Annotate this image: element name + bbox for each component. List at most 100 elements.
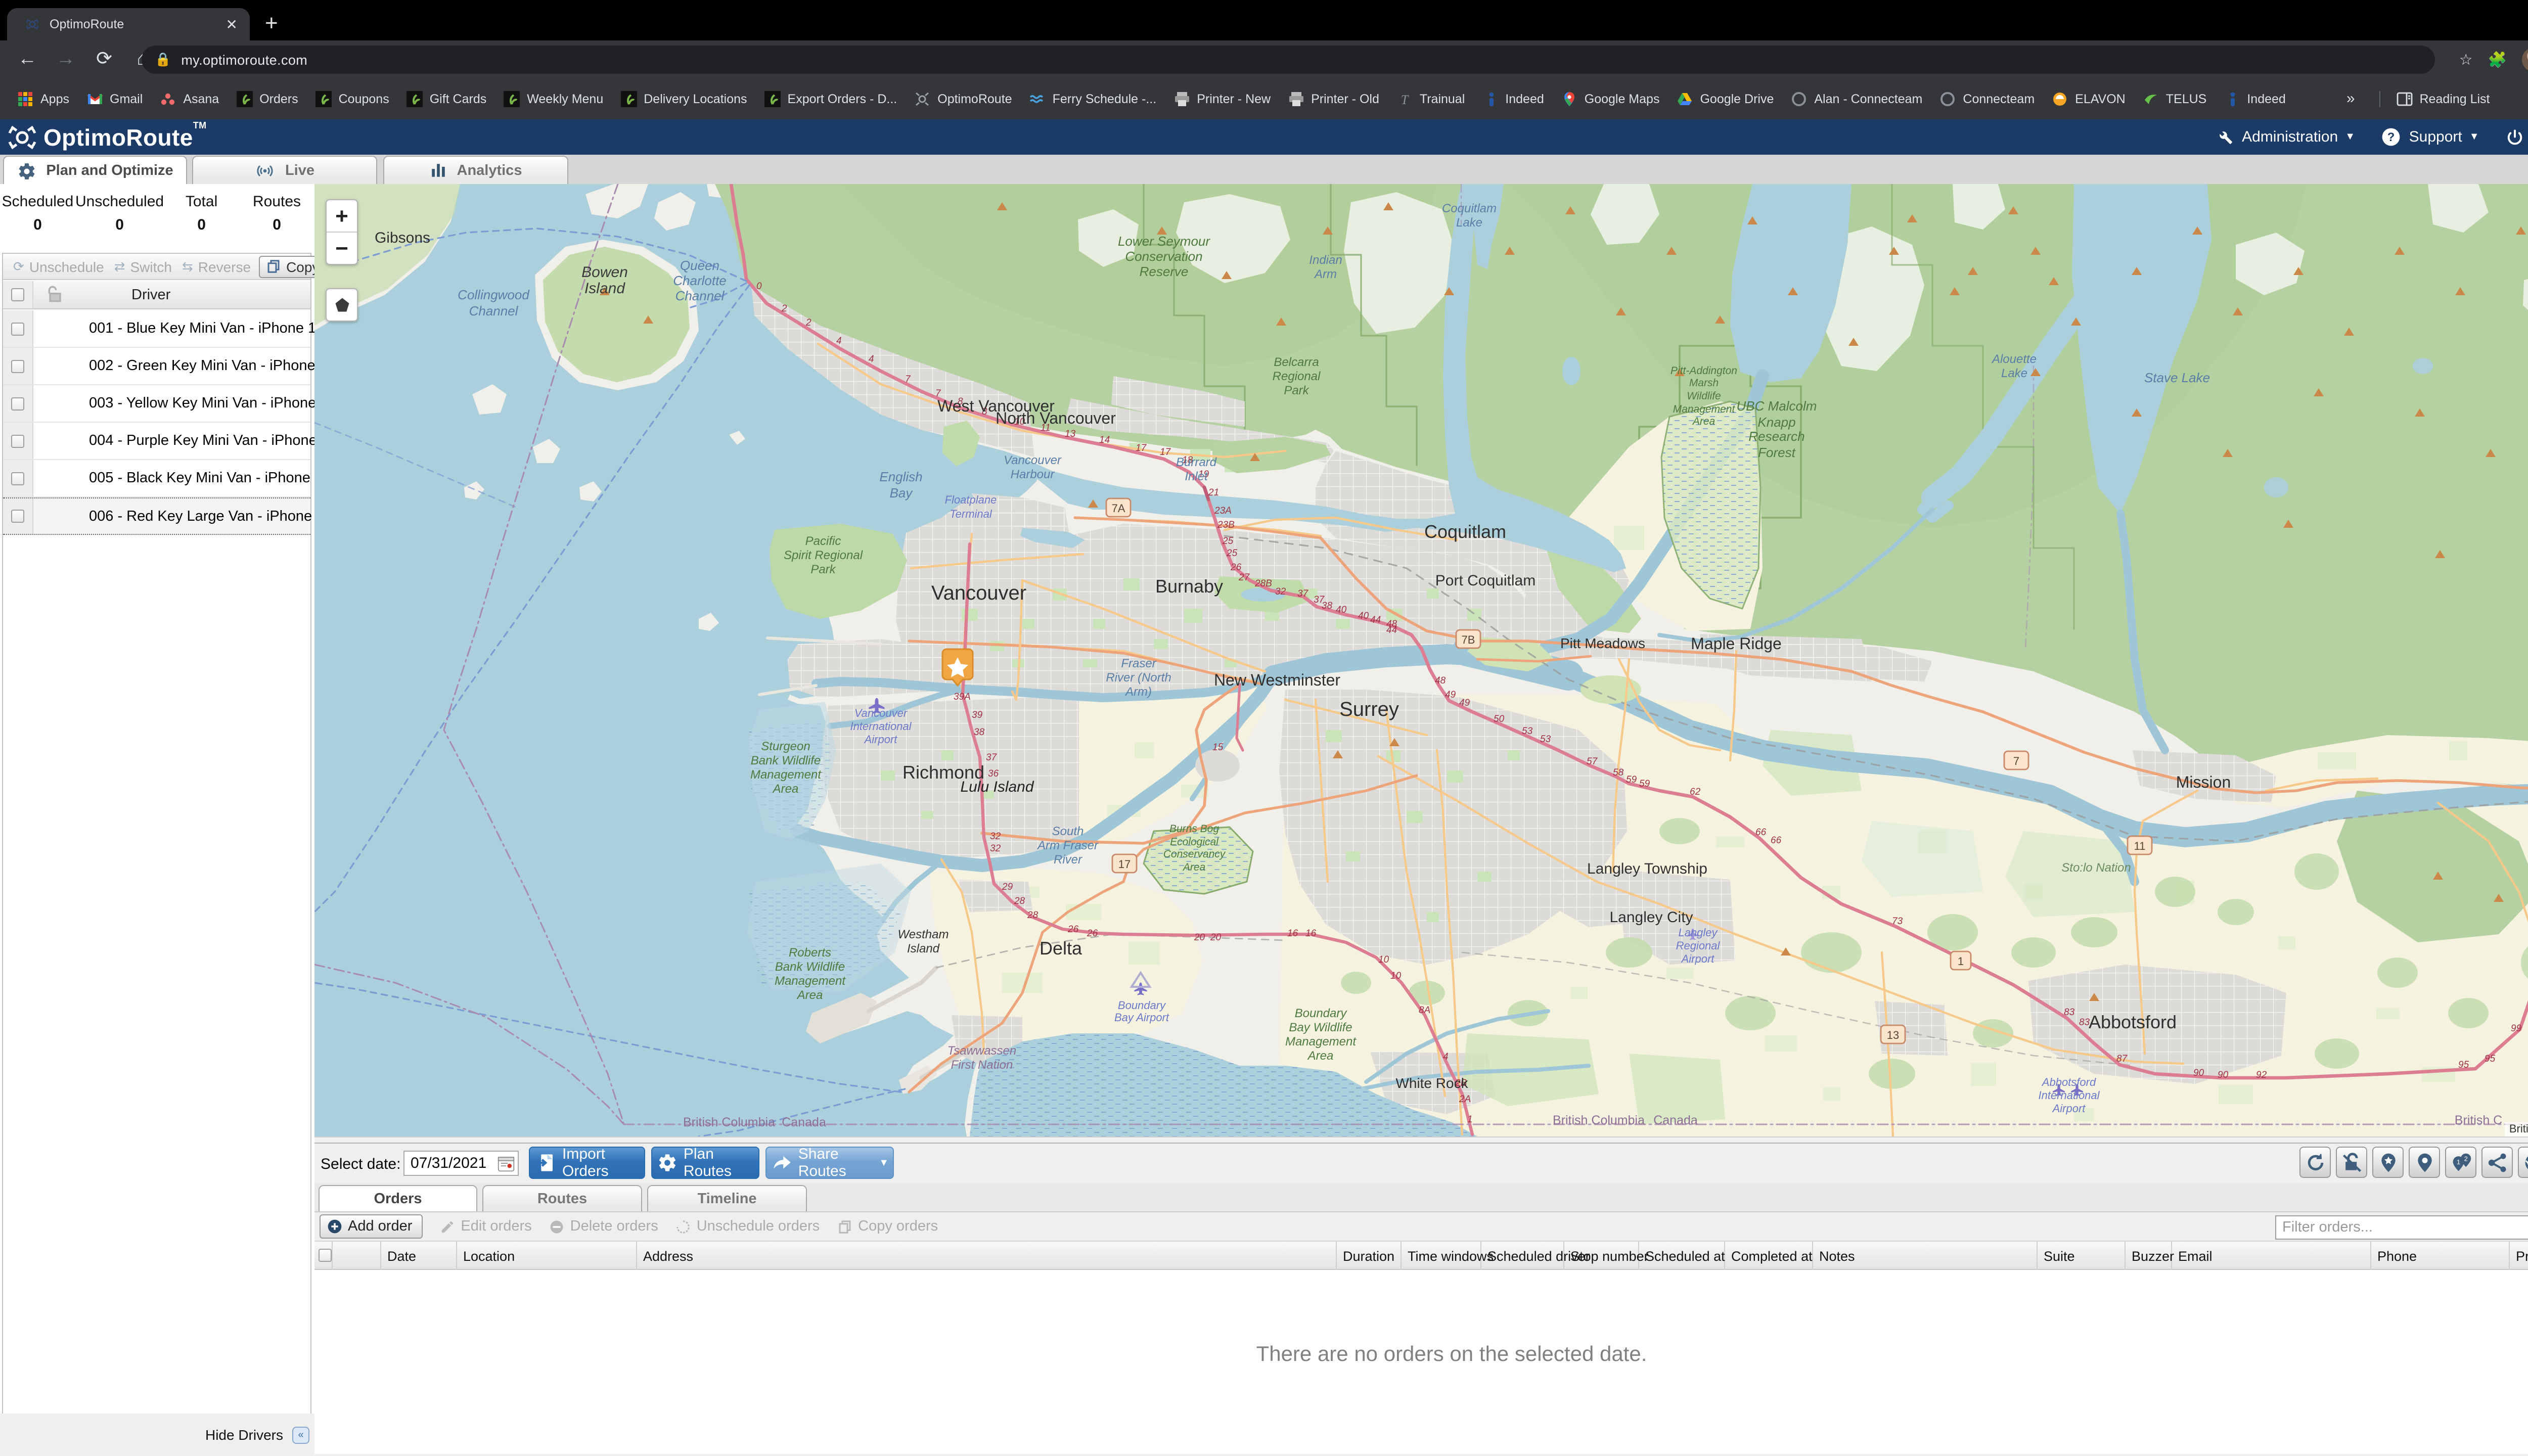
svg-text:17: 17: [1136, 443, 1147, 453]
svg-text:15: 15: [1212, 742, 1224, 753]
svg-text:27: 27: [1238, 572, 1250, 583]
svg-text:26: 26: [1087, 928, 1098, 939]
svg-text:40: 40: [1358, 611, 1369, 621]
svg-text:Wildlife: Wildlife: [1687, 390, 1721, 402]
svg-text:Regional: Regional: [1273, 370, 1321, 383]
svg-text:Fraser: Fraser: [1121, 657, 1156, 670]
svg-text:Surrey: Surrey: [1339, 698, 1399, 720]
svg-text:Management: Management: [1673, 403, 1736, 415]
svg-text:11: 11: [2134, 840, 2146, 852]
svg-text:South: South: [1052, 825, 1084, 838]
svg-text:New Westminster: New Westminster: [1214, 671, 1340, 689]
svg-text:53: 53: [1522, 726, 1533, 737]
svg-text:Vancouver: Vancouver: [854, 707, 908, 719]
svg-text:Pitt-Addington: Pitt-Addington: [1671, 365, 1737, 377]
svg-text:90: 90: [2218, 1070, 2229, 1080]
svg-text:Conservancy: Conservancy: [1163, 848, 1226, 860]
svg-text:10: 10: [1390, 971, 1402, 981]
svg-text:38: 38: [974, 727, 985, 738]
svg-text:River: River: [1054, 853, 1082, 867]
svg-text:1: 1: [2456, 1158, 2460, 1165]
svg-text:Roberts: Roberts: [789, 946, 831, 960]
svg-text:Management: Management: [775, 974, 846, 988]
svg-text:7B: 7B: [1462, 633, 1475, 646]
svg-text:Arm: Arm: [1314, 267, 1337, 281]
svg-text:Spirit Regional: Spirit Regional: [784, 549, 863, 562]
svg-text:10: 10: [1378, 954, 1389, 965]
svg-text:23A: 23A: [1214, 506, 1232, 516]
svg-text:26: 26: [1067, 924, 1079, 935]
svg-text:2: 2: [781, 303, 787, 314]
svg-text:53: 53: [1540, 734, 1551, 745]
svg-text:Collingwood: Collingwood: [458, 287, 530, 302]
svg-text:International: International: [850, 720, 912, 733]
svg-text:49: 49: [1459, 698, 1470, 708]
svg-text:River (North: River (North: [1106, 671, 1171, 685]
svg-text:57: 57: [1587, 756, 1598, 767]
svg-text:Regional: Regional: [1676, 939, 1721, 952]
svg-text:2A: 2A: [1459, 1094, 1471, 1105]
svg-text:Lower Seymour: Lower Seymour: [1118, 234, 1210, 249]
svg-text:7A: 7A: [1112, 502, 1125, 515]
svg-text:7: 7: [2013, 755, 2019, 767]
svg-text:16: 16: [1305, 928, 1317, 939]
svg-text:Tsawwassen: Tsawwassen: [947, 1044, 1017, 1058]
svg-text:Airport: Airport: [1681, 952, 1715, 965]
svg-text:Langley Township: Langley Township: [1587, 860, 1707, 877]
svg-text:20: 20: [1194, 932, 1205, 943]
svg-text:Abbotsford: Abbotsford: [2089, 1012, 2177, 1032]
svg-text:Bay: Bay: [890, 485, 914, 500]
svg-text:23B: 23B: [1217, 520, 1235, 530]
svg-text:Island: Island: [584, 280, 625, 297]
svg-text:Knapp: Knapp: [1757, 415, 1795, 430]
svg-text:Arm): Arm): [1124, 685, 1152, 699]
svg-text:Queen: Queen: [680, 258, 719, 273]
svg-text:Burrard: Burrard: [1176, 456, 1217, 469]
svg-text:28: 28: [1027, 910, 1039, 921]
svg-text:T: T: [1401, 92, 1409, 107]
svg-text:Belcarra: Belcarra: [1274, 355, 1319, 369]
svg-text:Port Coquitlam: Port Coquitlam: [1435, 572, 1536, 589]
svg-text:Coquitlam: Coquitlam: [1442, 202, 1497, 215]
svg-text:Boundary: Boundary: [1295, 1007, 1348, 1020]
svg-text:73: 73: [1892, 916, 1903, 927]
svg-text:4: 4: [836, 336, 842, 346]
svg-text:95: 95: [2458, 1060, 2469, 1070]
svg-text:62: 62: [1690, 787, 1701, 797]
svg-text:International: International: [2038, 1089, 2100, 1102]
svg-text:44: 44: [1370, 615, 1381, 625]
svg-text:36: 36: [988, 768, 999, 779]
svg-text:92: 92: [2256, 1070, 2267, 1080]
svg-text:Bay Wildlife: Bay Wildlife: [1289, 1021, 1352, 1034]
svg-text:English: English: [879, 469, 922, 484]
svg-text:2: 2: [805, 317, 811, 328]
svg-text:50: 50: [1494, 714, 1505, 724]
svg-text:Island: Island: [907, 942, 940, 956]
svg-text:North Vancouver: North Vancouver: [996, 409, 1116, 427]
svg-text:14: 14: [1099, 435, 1110, 445]
svg-text:58: 58: [1613, 767, 1624, 778]
svg-text:Inlet: Inlet: [1185, 470, 1208, 483]
svg-text:Airport: Airport: [2052, 1102, 2086, 1115]
svg-text:16: 16: [1287, 928, 1298, 939]
svg-text:Lulu Island: Lulu Island: [960, 779, 1034, 795]
svg-text:39: 39: [972, 710, 983, 720]
svg-text:Area: Area: [1692, 416, 1715, 427]
svg-text:Airport: Airport: [864, 733, 898, 746]
svg-text:Canada: Canada: [1653, 1113, 1698, 1127]
svg-text:4: 4: [1443, 1052, 1449, 1062]
svg-text:99: 99: [2511, 1023, 2522, 1034]
svg-text:13: 13: [1887, 1029, 1899, 1041]
svg-text:Channel: Channel: [675, 288, 725, 303]
svg-text:Area: Area: [1307, 1049, 1334, 1063]
svg-text:Area: Area: [796, 988, 823, 1002]
svg-text:Area: Area: [1182, 861, 1205, 873]
svg-text:Research: Research: [1748, 429, 1804, 444]
svg-text:8A: 8A: [1419, 1005, 1430, 1016]
svg-text:Management: Management: [750, 768, 822, 782]
svg-text:British Columbia: British Columbia: [683, 1115, 775, 1129]
svg-text:Park: Park: [810, 563, 836, 576]
svg-text:Vancouver: Vancouver: [1004, 453, 1062, 467]
svg-text:66: 66: [1755, 827, 1767, 838]
svg-text:90: 90: [2193, 1068, 2204, 1078]
